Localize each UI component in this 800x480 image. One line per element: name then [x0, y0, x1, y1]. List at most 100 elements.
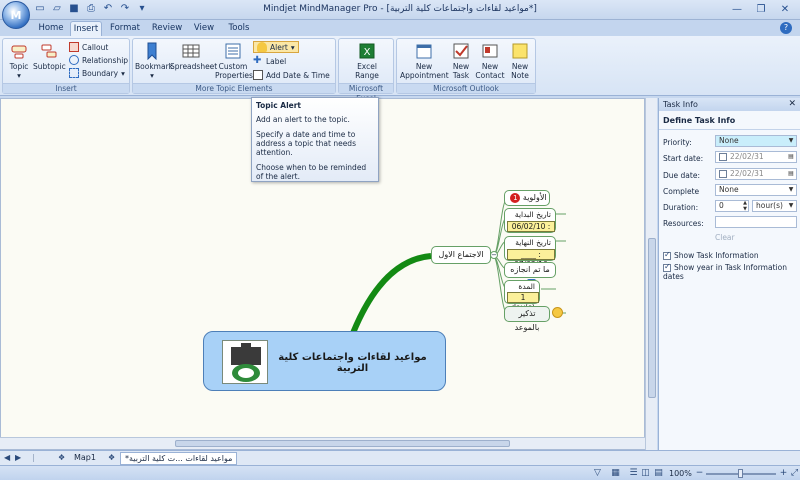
zoom-level: 100%: [669, 469, 692, 478]
horizontal-scrollbar[interactable]: [0, 437, 645, 449]
start-date-field[interactable]: 22/02/31 ▤: [715, 151, 797, 163]
reminder-subtopic[interactable]: تذكير بالموعد: [504, 306, 550, 332]
central-topic[interactable]: مواعيد لقاءات واجتماعات كلية التربية: [203, 331, 446, 391]
task-check-icon: [453, 43, 469, 59]
outline-view-icon[interactable]: ☰: [628, 468, 639, 479]
task-pane-header: Task Info ✕: [659, 98, 800, 111]
due-date-field[interactable]: 22/02/31 ▤: [715, 168, 797, 180]
duration-unit-select[interactable]: hour(s) ▼: [752, 200, 797, 212]
map-view-icon[interactable]: ◫: [640, 468, 651, 479]
close-pane-icon[interactable]: ✕: [788, 98, 796, 111]
bookmark-icon: [147, 42, 157, 60]
tab-review[interactable]: Review: [148, 21, 186, 36]
due-date-checkbox[interactable]: [719, 170, 727, 178]
separator-icon: |: [32, 453, 35, 462]
priority-1-icon: 1: [510, 193, 521, 203]
calendar-dropdown-icon[interactable]: ▤: [786, 169, 796, 179]
help-icon[interactable]: ?: [780, 22, 792, 34]
boundary-icon: [69, 68, 79, 78]
label-button[interactable]: ✚ Label: [253, 55, 286, 67]
spreadsheet-button[interactable]: Spreadsheet: [170, 42, 217, 71]
application-menu-button[interactable]: M: [2, 1, 30, 29]
close-icon[interactable]: ✕: [774, 2, 796, 17]
relationship-icon: [69, 55, 79, 65]
topic-button[interactable]: Topic ▾: [6, 42, 32, 80]
map-icon: ❖: [108, 453, 116, 462]
calendar-dropdown-icon[interactable]: ▤: [786, 152, 796, 162]
sheet-tab-bar: ◀ ▶ | ❖ Map1 ❖ مواعيد لقاءات ...ت كلية ا…: [0, 450, 800, 465]
main-topic[interactable]: الاجتماع الاول: [431, 246, 491, 264]
sheet-tab-map1[interactable]: Map1: [70, 452, 100, 465]
completion-subtopic[interactable]: ما تم انجازه: [504, 262, 556, 288]
tab-format[interactable]: Format: [106, 21, 144, 36]
tab-insert[interactable]: Insert: [70, 21, 102, 36]
group-more-topic-elements: Bookmark ▾ Spreadsheet Custom Properties A…: [132, 38, 336, 94]
vertical-scrollbar[interactable]: [645, 98, 657, 450]
tab-home[interactable]: Home: [34, 21, 68, 36]
task-info-pane: Task Info ✕ Define Task Info Priority: N…: [658, 98, 800, 450]
show-task-info-option[interactable]: Show Task Information: [663, 250, 759, 260]
zoom-slider-thumb[interactable]: [738, 469, 743, 478]
window-controls: — ❐ ✕: [726, 2, 796, 17]
collapse-toggle-icon[interactable]: −: [490, 251, 498, 259]
duration-value: 1 day(s): [507, 292, 539, 312]
complete-label: Complete: [663, 187, 700, 196]
scroll-left-icon[interactable]: ◀: [4, 453, 10, 462]
complete-select[interactable]: None ▼: [715, 184, 797, 196]
status-bar: ▽ ▦ ☰ ◫ ▤ 100% − + ⤢: [0, 465, 800, 480]
excel-icon: X: [359, 43, 375, 59]
excel-range-button[interactable]: X Excel Range: [345, 42, 389, 80]
new-note-button[interactable]: New Note: [507, 42, 533, 80]
boundary-button[interactable]: Boundary ▾: [69, 67, 125, 79]
priority-subtopic[interactable]: الأولوية 1: [504, 190, 550, 206]
sheet-tab-active[interactable]: مواعيد لقاءات ...ت كلية التربية*: [120, 452, 238, 465]
horizontal-scroll-thumb[interactable]: [175, 440, 510, 447]
scroll-right-icon[interactable]: ▶: [15, 453, 21, 462]
tab-tools[interactable]: Tools: [222, 21, 256, 36]
bookmark-button[interactable]: Bookmark ▾: [135, 42, 173, 80]
relationship-button[interactable]: Relationship: [69, 54, 128, 66]
tab-view[interactable]: View: [190, 21, 218, 36]
callout-button[interactable]: Callout: [69, 41, 108, 53]
contact-card-icon: [482, 44, 498, 58]
resources-input[interactable]: [715, 216, 797, 228]
restore-icon[interactable]: ❐: [750, 2, 772, 17]
priority-select[interactable]: None ▼: [715, 135, 797, 147]
end-date-subtopic[interactable]: تاريخ النهاية ____ : 07/02/10: [504, 236, 556, 269]
label-icon: ✚: [253, 55, 262, 66]
subtopic-icon: [41, 44, 57, 58]
new-appointment-button[interactable]: New Appointment: [400, 42, 449, 80]
zoom-in-icon[interactable]: +: [778, 468, 789, 479]
group-label-more-topic-elements: More Topic Elements: [133, 83, 335, 93]
start-date-checkbox[interactable]: [719, 153, 727, 161]
start-date-subtopic[interactable]: تاريخ البداية 06/02/10 : ____: [504, 208, 556, 241]
minimize-icon[interactable]: —: [726, 2, 748, 17]
custom-properties-button[interactable]: Custom Properties: [215, 42, 253, 80]
callout-icon: [69, 42, 79, 52]
alert-button[interactable]: Alert ▾: [253, 41, 299, 53]
alarm-clock-icon: [552, 307, 563, 318]
duration-subtopic[interactable]: المدة 1 day(s): [504, 280, 540, 312]
custom-properties-icon: [225, 43, 241, 59]
group-label-microsoft-outlook: Microsoft Outlook: [397, 83, 535, 93]
fit-map-icon[interactable]: ⤢: [789, 468, 800, 479]
show-task-info-checkbox[interactable]: [663, 250, 671, 260]
subtopic-button[interactable]: Subtopic: [33, 42, 66, 71]
view-toggle-icon[interactable]: ▦: [610, 468, 621, 479]
filter-icon[interactable]: ▽: [592, 468, 603, 479]
gantt-view-icon[interactable]: ▤: [653, 468, 664, 479]
vertical-scroll-thumb[interactable]: [648, 238, 656, 398]
main-branch-line: [350, 253, 432, 335]
show-year-option[interactable]: Show year in Task Information dates: [663, 262, 800, 281]
show-year-checkbox[interactable]: [663, 262, 671, 272]
zoom-out-icon[interactable]: −: [694, 468, 705, 479]
topic-alert-tooltip: Topic Alert Add an alert to the topic. S…: [251, 97, 379, 182]
college-logo-image: [222, 340, 268, 384]
alert-bell-icon: [257, 42, 267, 52]
add-date-time-button[interactable]: Add Date & Time: [253, 69, 330, 81]
clear-button[interactable]: Clear: [715, 233, 735, 242]
new-task-button[interactable]: New Task: [449, 42, 473, 80]
new-contact-button[interactable]: New Contact: [475, 42, 505, 80]
duration-spinner-icon[interactable]: ▲ ▼: [741, 200, 749, 212]
group-label-microsoft-excel: Microsoft Excel: [339, 83, 393, 103]
